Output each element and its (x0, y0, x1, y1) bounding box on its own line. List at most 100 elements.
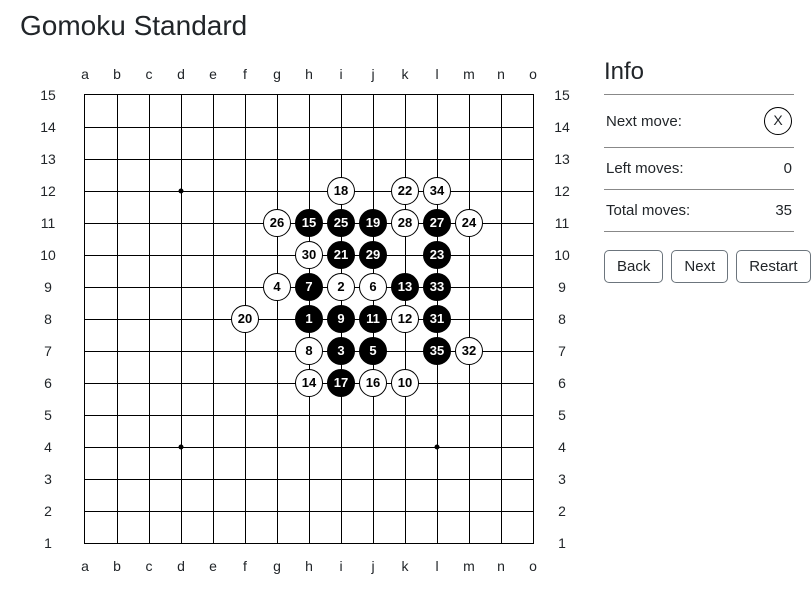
cell-e10[interactable] (199, 241, 227, 269)
cell-f13[interactable] (231, 145, 259, 173)
cell-m1[interactable] (455, 529, 483, 557)
cell-i13[interactable] (327, 145, 355, 173)
cell-b2[interactable] (103, 497, 131, 525)
stone-12[interactable]: 12 (391, 305, 419, 333)
cell-b7[interactable] (103, 337, 131, 365)
stone-26[interactable]: 26 (263, 209, 291, 237)
cell-f5[interactable] (231, 401, 259, 429)
cell-k3[interactable] (391, 465, 419, 493)
cell-b5[interactable] (103, 401, 131, 429)
cell-l4[interactable] (423, 433, 451, 461)
cell-j4[interactable] (359, 433, 387, 461)
cell-n14[interactable] (487, 113, 515, 141)
cell-m9[interactable] (455, 273, 483, 301)
cell-n8[interactable] (487, 305, 515, 333)
stone-29[interactable]: 29 (359, 241, 387, 269)
cell-g6[interactable] (263, 369, 291, 397)
cell-e3[interactable] (199, 465, 227, 493)
cell-o5[interactable] (519, 401, 547, 429)
cell-d7[interactable] (167, 337, 195, 365)
stone-32[interactable]: 32 (455, 337, 483, 365)
cell-a14[interactable] (71, 113, 99, 141)
cell-c14[interactable] (135, 113, 163, 141)
cell-c2[interactable] (135, 497, 163, 525)
cell-o10[interactable] (519, 241, 547, 269)
cell-b9[interactable] (103, 273, 131, 301)
cell-f12[interactable] (231, 177, 259, 205)
cell-o8[interactable] (519, 305, 547, 333)
cell-j13[interactable] (359, 145, 387, 173)
cell-e15[interactable] (199, 81, 227, 109)
cell-b14[interactable] (103, 113, 131, 141)
cell-g4[interactable] (263, 433, 291, 461)
cell-c1[interactable] (135, 529, 163, 557)
cell-g7[interactable] (263, 337, 291, 365)
cell-d5[interactable] (167, 401, 195, 429)
cell-b11[interactable] (103, 209, 131, 237)
stone-33[interactable]: 33 (423, 273, 451, 301)
back-button[interactable]: Back (604, 250, 663, 283)
stone-22[interactable]: 22 (391, 177, 419, 205)
cell-i14[interactable] (327, 113, 355, 141)
cell-e2[interactable] (199, 497, 227, 525)
cell-a12[interactable] (71, 177, 99, 205)
cell-d4[interactable] (167, 433, 195, 461)
stone-5[interactable]: 5 (359, 337, 387, 365)
cell-m2[interactable] (455, 497, 483, 525)
cell-k10[interactable] (391, 241, 419, 269)
cell-d12[interactable] (167, 177, 195, 205)
cell-c12[interactable] (135, 177, 163, 205)
cell-d2[interactable] (167, 497, 195, 525)
cell-e13[interactable] (199, 145, 227, 173)
cell-n7[interactable] (487, 337, 515, 365)
cell-j14[interactable] (359, 113, 387, 141)
cell-j12[interactable] (359, 177, 387, 205)
cell-n9[interactable] (487, 273, 515, 301)
cell-f1[interactable] (231, 529, 259, 557)
cell-m10[interactable] (455, 241, 483, 269)
stone-20[interactable]: 20 (231, 305, 259, 333)
stone-3[interactable]: 3 (327, 337, 355, 365)
stone-7[interactable]: 7 (295, 273, 323, 301)
cell-g10[interactable] (263, 241, 291, 269)
cell-g14[interactable] (263, 113, 291, 141)
cell-h12[interactable] (295, 177, 323, 205)
stone-10[interactable]: 10 (391, 369, 419, 397)
cell-i2[interactable] (327, 497, 355, 525)
stone-1[interactable]: 1 (295, 305, 323, 333)
cell-l6[interactable] (423, 369, 451, 397)
cell-o14[interactable] (519, 113, 547, 141)
cell-b3[interactable] (103, 465, 131, 493)
cell-f9[interactable] (231, 273, 259, 301)
cell-e14[interactable] (199, 113, 227, 141)
cell-i15[interactable] (327, 81, 355, 109)
cell-e8[interactable] (199, 305, 227, 333)
stone-9[interactable]: 9 (327, 305, 355, 333)
cell-c7[interactable] (135, 337, 163, 365)
cell-i3[interactable] (327, 465, 355, 493)
cell-a8[interactable] (71, 305, 99, 333)
cell-l3[interactable] (423, 465, 451, 493)
cell-k13[interactable] (391, 145, 419, 173)
cell-l5[interactable] (423, 401, 451, 429)
cell-g12[interactable] (263, 177, 291, 205)
cell-g8[interactable] (263, 305, 291, 333)
cell-n12[interactable] (487, 177, 515, 205)
cell-j2[interactable] (359, 497, 387, 525)
cell-l15[interactable] (423, 81, 451, 109)
cell-m3[interactable] (455, 465, 483, 493)
stone-6[interactable]: 6 (359, 273, 387, 301)
stone-34[interactable]: 34 (423, 177, 451, 205)
cell-d3[interactable] (167, 465, 195, 493)
cell-j5[interactable] (359, 401, 387, 429)
cell-o3[interactable] (519, 465, 547, 493)
stone-35[interactable]: 35 (423, 337, 451, 365)
stone-30[interactable]: 30 (295, 241, 323, 269)
stone-28[interactable]: 28 (391, 209, 419, 237)
cell-d1[interactable] (167, 529, 195, 557)
cell-e11[interactable] (199, 209, 227, 237)
game-board[interactable]: aabbccddeeffgghhiijjkkllmmnnoo1122334455… (20, 48, 580, 588)
cell-a5[interactable] (71, 401, 99, 429)
cell-k5[interactable] (391, 401, 419, 429)
cell-d6[interactable] (167, 369, 195, 397)
